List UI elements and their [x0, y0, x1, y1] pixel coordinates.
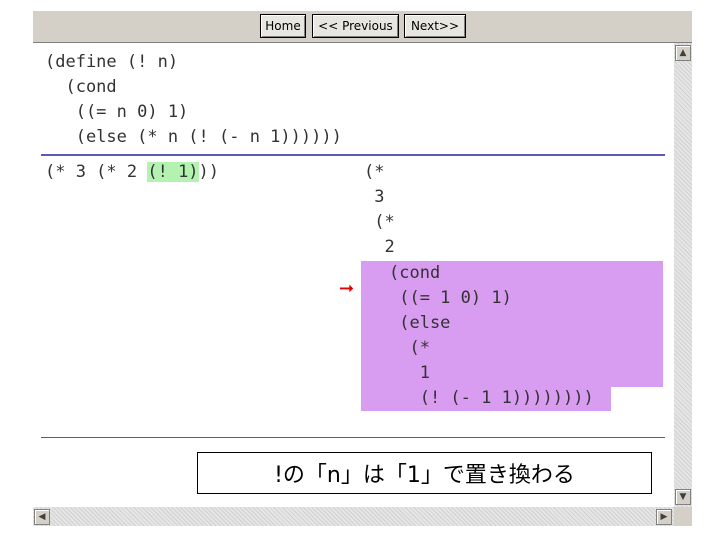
next-button[interactable]: Next>> — [404, 14, 466, 38]
define-code: (define (! n) (cond ((= n 0) 1) (else (*… — [45, 52, 342, 147]
scroll-right-icon[interactable]: ▶ — [656, 509, 672, 525]
horizontal-scrollbar[interactable] — [33, 507, 674, 526]
scroll-down-icon[interactable]: ▼ — [675, 489, 691, 505]
expression-line: (* 3 (* 2 (! 1))) — [45, 160, 219, 185]
blue-divider — [41, 154, 665, 156]
vertical-scrollbar[interactable] — [674, 43, 692, 507]
home-button[interactable]: Home — [260, 14, 306, 38]
expression-prefix: (* 3 (* 2 — [45, 162, 148, 182]
browser-frame: Home << Previous Next>> (define (! n) (c… — [33, 11, 692, 526]
content-area: (define (! n) (cond ((= n 0) 1) (else (*… — [33, 43, 674, 507]
bottom-divider — [41, 437, 665, 438]
scroll-left-icon[interactable]: ◀ — [34, 509, 50, 525]
scrollbar-corner — [674, 507, 692, 526]
highlighted-call: (! 1) — [147, 162, 199, 182]
expression-suffix: )) — [198, 162, 220, 182]
scroll-up-icon[interactable]: ▲ — [675, 45, 691, 61]
expansion-top: (* 3 (* 2 — [364, 162, 395, 257]
caption-box: !の「n」は「1」で置き換わる — [197, 452, 652, 494]
expansion-cond: (cond ((= 1 0) 1) (else (* 1 (! (- 1 1))… — [389, 263, 594, 408]
right-arrow-icon: ➞ — [339, 278, 355, 299]
navigation-toolbar: Home << Previous Next>> — [33, 11, 692, 43]
previous-button[interactable]: << Previous — [312, 14, 399, 38]
